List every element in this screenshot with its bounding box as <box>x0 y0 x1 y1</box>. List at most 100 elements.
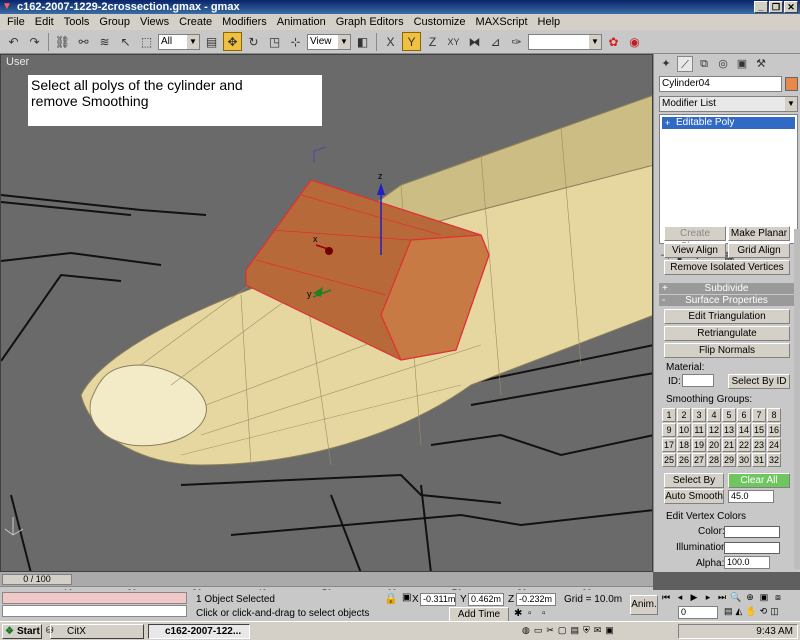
motion-tab-icon[interactable]: ◎ <box>715 56 731 72</box>
menu-group[interactable]: Group <box>94 16 135 28</box>
menu-animation[interactable]: Animation <box>272 16 331 28</box>
time-config-icon[interactable]: ▤ <box>724 606 733 617</box>
smoothing-group-button[interactable]: 7 <box>752 408 766 422</box>
arc-rotate-icon[interactable]: ⟲ <box>760 606 768 617</box>
menu-edit[interactable]: Edit <box>30 16 59 28</box>
retriangulate-button[interactable]: Retriangulate <box>664 326 790 341</box>
smoothing-group-button[interactable]: 25 <box>662 453 676 467</box>
stack-item-editable-poly[interactable]: Editable Poly <box>662 117 795 129</box>
menu-maxscript[interactable]: MAXScript <box>471 16 533 28</box>
object-name-field[interactable]: Cylinder04 <box>659 76 782 92</box>
pivot-center-icon[interactable]: ◧ <box>353 32 372 51</box>
smoothing-group-button[interactable]: 13 <box>722 423 736 437</box>
key-mode-icon[interactable]: ▫ <box>528 608 532 619</box>
view-align-button[interactable]: View Align <box>664 243 726 258</box>
redo-icon[interactable]: ↷ <box>25 32 44 51</box>
smoothing-group-button[interactable]: 26 <box>677 453 691 467</box>
go-to-start-icon[interactable]: ⏮ <box>660 592 672 604</box>
mail-icon[interactable]: ✉ <box>594 625 602 636</box>
material-id-spinner[interactable] <box>682 374 714 387</box>
smoothing-group-button[interactable]: 16 <box>767 423 781 437</box>
command-panel-scrollbar[interactable] <box>794 229 800 569</box>
editor-icon[interactable]: ▤ <box>570 625 579 636</box>
smoothing-group-button[interactable]: 32 <box>767 453 781 467</box>
shield-icon[interactable]: ⛨ <box>583 625 590 636</box>
selection-filter-dropdown[interactable]: All ▼ <box>158 33 200 50</box>
utilities-tab-icon[interactable]: ⚒ <box>753 56 769 72</box>
alpha-spinner[interactable]: 100.0 <box>724 556 770 569</box>
smoothing-group-button[interactable]: 17 <box>662 438 676 452</box>
select-object-icon[interactable]: ↖ <box>116 32 135 51</box>
start-button[interactable]: Start <box>2 624 42 639</box>
y-coord-field[interactable]: 0.462m <box>468 593 504 606</box>
smoothing-group-button[interactable]: 3 <box>692 408 706 422</box>
material-editor-icon[interactable]: ✿ <box>604 32 623 51</box>
surface-properties-rollout-header[interactable]: - Surface Properties <box>659 295 794 306</box>
make-planar-button[interactable]: Make Planar <box>728 226 790 241</box>
z-coord-field[interactable]: -0.232m <box>516 593 556 606</box>
mirror-icon[interactable]: ⧓ <box>465 32 484 51</box>
menu-modifiers[interactable]: Modifiers <box>217 16 272 28</box>
zoom-extents-icon[interactable]: ▣ <box>758 592 770 604</box>
select-and-manipulate-icon[interactable]: ⊹ <box>286 32 305 51</box>
modify-tab-icon[interactable]: ⟋ <box>677 56 693 72</box>
viewport-label[interactable]: User <box>6 56 29 68</box>
smoothing-group-button[interactable]: 15 <box>752 423 766 437</box>
select-by-sg-button[interactable]: Select By SG <box>664 473 724 499</box>
modifier-list-dropdown[interactable]: Modifier List ▼ <box>659 96 798 112</box>
select-and-move-icon[interactable]: ✥ <box>223 32 242 51</box>
maxscript-listener-mini[interactable] <box>2 592 187 604</box>
render-icon[interactable]: ◉ <box>625 32 644 51</box>
select-by-name-icon[interactable]: ▤ <box>202 32 221 51</box>
add-time-tag-button[interactable]: Add Time Tag <box>449 607 509 633</box>
smoothing-group-button[interactable]: 10 <box>677 423 691 437</box>
hierarchy-tab-icon[interactable]: ⧉ <box>696 56 712 72</box>
folder-icon[interactable]: ▭ <box>534 625 543 636</box>
select-by-id-button[interactable]: Select By ID <box>728 374 790 389</box>
pan-icon[interactable]: ✋ <box>745 606 756 617</box>
menu-views[interactable]: Views <box>135 16 174 28</box>
minimize-button[interactable]: _ <box>754 1 768 13</box>
grid-align-button[interactable]: Grid Align <box>728 243 790 258</box>
auto-smooth-threshold-spinner[interactable]: 45.0 <box>728 490 774 503</box>
smoothing-group-button[interactable]: 12 <box>707 423 721 437</box>
time-tag-icon[interactable]: ✱ <box>514 608 522 619</box>
display-icon[interactable]: ▣ <box>605 625 614 636</box>
align-icon[interactable]: ⊿ <box>486 32 505 51</box>
object-color-swatch[interactable] <box>785 77 798 91</box>
remove-isolated-vertices-button[interactable]: Remove Isolated Vertices <box>664 260 790 275</box>
reference-coordinate-dropdown[interactable]: View ▼ <box>307 33 351 50</box>
user-viewport[interactable]: z x y User Select all polys of the cylin… <box>0 54 653 572</box>
smoothing-group-button[interactable]: 18 <box>677 438 691 452</box>
network-icon[interactable]: ◍ <box>522 625 530 636</box>
bind-space-warp-icon[interactable]: ≋ <box>95 32 114 51</box>
smoothing-group-button[interactable]: 24 <box>767 438 781 452</box>
create-shape-button[interactable]: Create Shape <box>664 226 726 252</box>
select-and-rotate-icon[interactable]: ↻ <box>244 32 263 51</box>
smoothing-group-button[interactable]: 4 <box>707 408 721 422</box>
axis-z-icon[interactable]: Z <box>423 32 442 51</box>
smoothing-group-button[interactable]: 9 <box>662 423 676 437</box>
field-of-view-icon[interactable]: ◭ <box>736 606 743 617</box>
select-region-icon[interactable]: ⬚ <box>137 32 156 51</box>
maxscript-input-mini[interactable] <box>2 605 187 617</box>
smoothing-group-button[interactable]: 5 <box>722 408 736 422</box>
unlink-icon[interactable]: ⚯ <box>74 32 93 51</box>
current-frame-field[interactable]: 0 <box>678 606 718 619</box>
close-button[interactable]: ✕ <box>784 1 798 13</box>
taskbar-item-citx[interactable]: CitX <box>50 624 144 639</box>
select-and-scale-icon[interactable]: ◳ <box>265 32 284 51</box>
smoothing-group-button[interactable]: 6 <box>737 408 751 422</box>
smoothing-group-button[interactable]: 22 <box>737 438 751 452</box>
menu-tools[interactable]: Tools <box>59 16 95 28</box>
zoom-all-icon[interactable]: ⊕ <box>744 592 756 604</box>
spinner-snap-icon[interactable]: ✑ <box>507 32 526 51</box>
smoothing-group-button[interactable]: 23 <box>752 438 766 452</box>
previous-frame-icon[interactable]: ◂ <box>674 592 686 604</box>
lock-selection-icon[interactable]: 🔒 <box>384 592 398 605</box>
next-frame-icon[interactable]: ▸ <box>702 592 714 604</box>
smoothing-group-button[interactable]: 8 <box>767 408 781 422</box>
maximize-button[interactable]: ❐ <box>769 1 783 13</box>
time-slider-track[interactable]: 0 / 100 <box>0 572 653 586</box>
menu-graph-editors[interactable]: Graph Editors <box>331 16 409 28</box>
